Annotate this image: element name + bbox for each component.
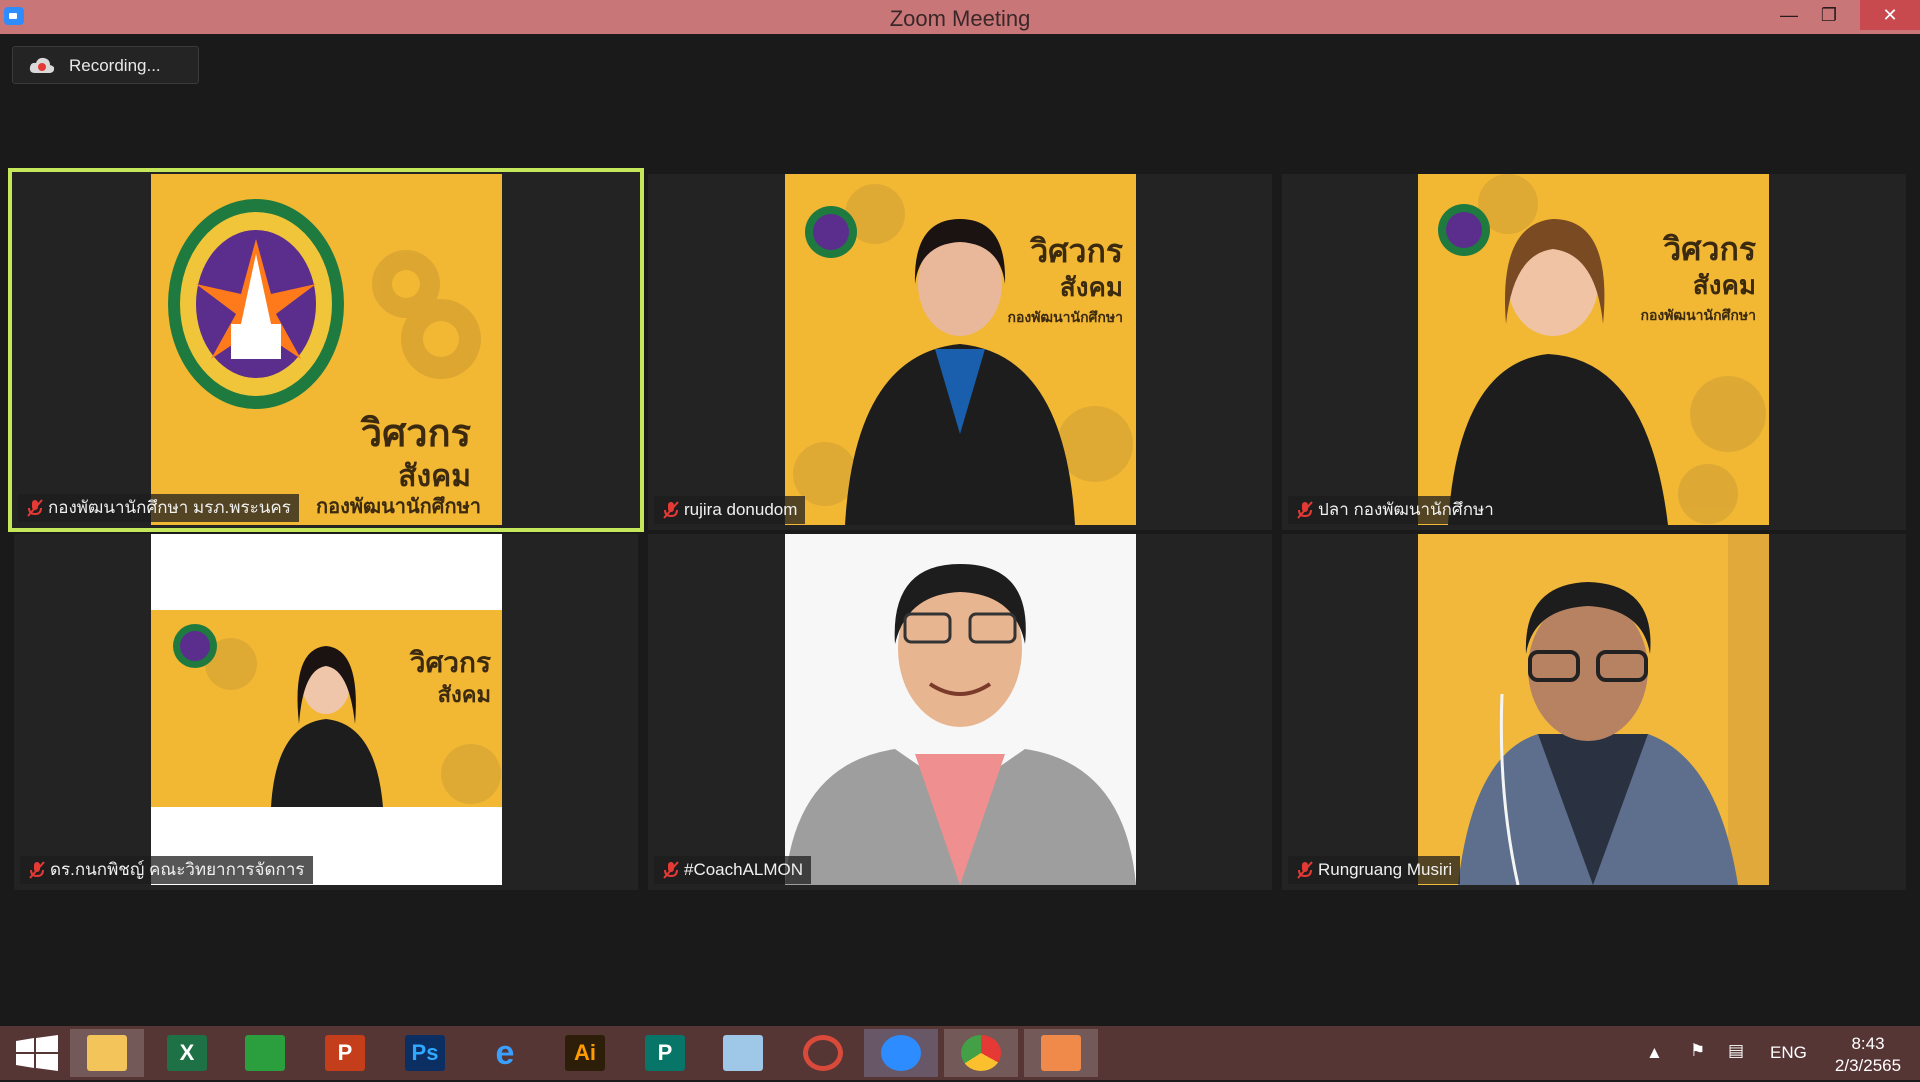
taskbar-clock[interactable]: 8:43 2/3/2565 — [1820, 1033, 1916, 1077]
taskbar-store[interactable] — [228, 1029, 302, 1077]
taskbar-notepad[interactable] — [706, 1029, 780, 1077]
participant-nameplate: rujira donudom — [654, 496, 806, 524]
banner-title: วิศวกร — [1029, 233, 1123, 269]
photoshop-icon: Ps — [405, 1035, 445, 1071]
excel-icon: X — [167, 1035, 207, 1071]
taskbar-excel[interactable]: X — [150, 1029, 224, 1077]
person-camera — [1418, 534, 1769, 885]
participant-tile[interactable]: วิศวกร สังคม กองพัฒนานักศึกษา กองพัฒนานั… — [8, 168, 644, 532]
taskbar: X P Ps e Ai P ▲ ⚑ ▤ ENG — [0, 1026, 1920, 1080]
window-titlebar: Zoom Meeting — ❐ ✕ — [0, 0, 1920, 34]
banner-title: วิศวกร — [1662, 231, 1756, 267]
store-icon — [245, 1035, 285, 1071]
participant-name: ดร.กนกพิชญ์ คณะวิทยาการจัดการ — [50, 860, 305, 879]
banner-subtitle: สังคม — [398, 460, 471, 493]
banner-org: กองพัฒนานักศึกษา — [1640, 307, 1756, 323]
cloud-record-icon — [29, 57, 55, 73]
start-button[interactable] — [0, 1029, 74, 1077]
participant-video: วิศวกร สังคม กองพัฒนานักศึกษา — [785, 174, 1136, 525]
action-center-flag-icon[interactable]: ⚑ — [1690, 1041, 1705, 1061]
banner-subtitle: สังคม — [438, 682, 491, 707]
illustrator-icon: Ai — [565, 1035, 605, 1071]
restore-button[interactable]: ❐ — [1806, 0, 1852, 30]
mic-muted-icon — [663, 501, 679, 519]
person-banner: วิศวกร สังคม — [151, 534, 502, 885]
clock-date: 2/3/2565 — [1834, 1056, 1902, 1075]
taskbar-file-explorer[interactable] — [70, 1029, 144, 1077]
notepad-icon — [723, 1035, 763, 1071]
banner-title: วิศวกร — [409, 647, 491, 678]
zoom-icon — [881, 1035, 921, 1071]
taskbar-internet-explorer[interactable]: e — [468, 1029, 542, 1077]
participant-name: กองพัฒนานักศึกษา มรภ.พระนคร — [48, 498, 291, 517]
participant-nameplate: #CoachALMON — [654, 856, 812, 884]
photos-icon — [1041, 1035, 1081, 1071]
close-button[interactable]: ✕ — [1860, 0, 1920, 30]
taskbar-chrome[interactable] — [944, 1029, 1018, 1077]
restore-icon: ❐ — [1820, 5, 1838, 25]
person-banner: วิศวกร สังคม กองพัฒนานักศึกษา — [1418, 174, 1769, 525]
mic-muted-icon — [1297, 501, 1313, 519]
participant-video: วิศวกร สังคม กองพัฒนานักศึกษา — [151, 174, 502, 525]
internet-explorer-icon: e — [495, 1034, 515, 1072]
participant-tile[interactable]: วิศวกร สังคม กองพัฒนานักศึกษา ปลา กองพัฒ… — [1282, 174, 1906, 530]
publisher-icon: P — [645, 1035, 685, 1071]
window-title: Zoom Meeting — [889, 6, 1031, 31]
chrome-icon — [961, 1035, 1001, 1071]
start-icon — [16, 1035, 58, 1071]
participant-tile[interactable]: วิศวกร สังคม กองพัฒนานักศึกษา rujira don… — [648, 174, 1272, 530]
banner-subtitle: สังคม — [1060, 272, 1123, 302]
participant-nameplate: ปลา กองพัฒนานักศึกษา — [1288, 496, 1502, 524]
participant-video — [1418, 534, 1769, 885]
banner-org: กองพัฒนานักศึกษา — [1007, 309, 1123, 325]
participant-nameplate: ดร.กนกพิชญ์ คณะวิทยาการจัดการ — [20, 856, 313, 884]
taskbar-photoshop[interactable]: Ps — [388, 1029, 462, 1077]
mic-muted-icon — [27, 499, 43, 517]
taskbar-zoom[interactable] — [864, 1029, 938, 1077]
network-icon[interactable]: ▤ — [1728, 1041, 1744, 1061]
participant-video — [785, 534, 1136, 885]
participant-name: #CoachALMON — [684, 860, 804, 879]
participant-name: ปลา กองพัฒนานักศึกษา — [1318, 500, 1494, 519]
minimize-icon: — — [1780, 5, 1798, 25]
taskbar-illustrator[interactable]: Ai — [548, 1029, 622, 1077]
mic-muted-icon — [29, 861, 45, 879]
close-icon: ✕ — [1882, 5, 1898, 25]
recording-indicator[interactable]: Recording... — [12, 46, 199, 84]
taskbar-photos[interactable] — [1024, 1029, 1098, 1077]
taskbar-photoscape[interactable] — [786, 1029, 860, 1077]
person-photo — [785, 534, 1136, 885]
participant-nameplate: กองพัฒนานักศึกษา มรภ.พระนคร — [18, 494, 299, 522]
university-logo-banner: วิศวกร สังคม กองพัฒนานักศึกษา — [151, 174, 502, 525]
mic-muted-icon — [1297, 861, 1313, 879]
banner-subtitle: สังคม — [1693, 270, 1756, 300]
mic-muted-icon — [663, 861, 679, 879]
participant-tile[interactable]: #CoachALMON — [648, 534, 1272, 890]
participant-tile[interactable]: วิศวกร สังคม ดร.กนกพิชญ์ คณะวิทยาการจัดก… — [14, 534, 638, 890]
taskbar-publisher[interactable]: P — [628, 1029, 702, 1077]
participant-tile[interactable]: Rungruang Musiri — [1282, 534, 1906, 890]
participant-video: วิศวกร สังคม กองพัฒนานักศึกษา — [1418, 174, 1769, 525]
meeting-area: Recording... วิศวกร สังคม กองพัฒนานักศึก… — [0, 34, 1920, 1026]
banner-org: กองพัฒนานักศึกษา — [316, 496, 481, 518]
clock-time: 8:43 — [1851, 1034, 1885, 1053]
show-hidden-icons[interactable]: ▲ — [1646, 1043, 1663, 1063]
participant-name: Rungruang Musiri — [1318, 860, 1453, 879]
recording-label: Recording... — [69, 56, 161, 75]
banner-title: วิศวกร — [360, 413, 471, 455]
photoscape-icon — [803, 1035, 843, 1071]
language-indicator[interactable]: ENG — [1770, 1043, 1807, 1063]
taskbar-powerpoint[interactable]: P — [308, 1029, 382, 1077]
file-explorer-icon — [87, 1035, 127, 1071]
powerpoint-icon: P — [325, 1035, 365, 1071]
person-banner: วิศวกร สังคม กองพัฒนานักศึกษา — [785, 174, 1136, 525]
participant-nameplate: Rungruang Musiri — [1288, 856, 1461, 884]
participant-video: วิศวกร สังคม — [151, 534, 502, 885]
participant-name: rujira donudom — [684, 500, 798, 519]
